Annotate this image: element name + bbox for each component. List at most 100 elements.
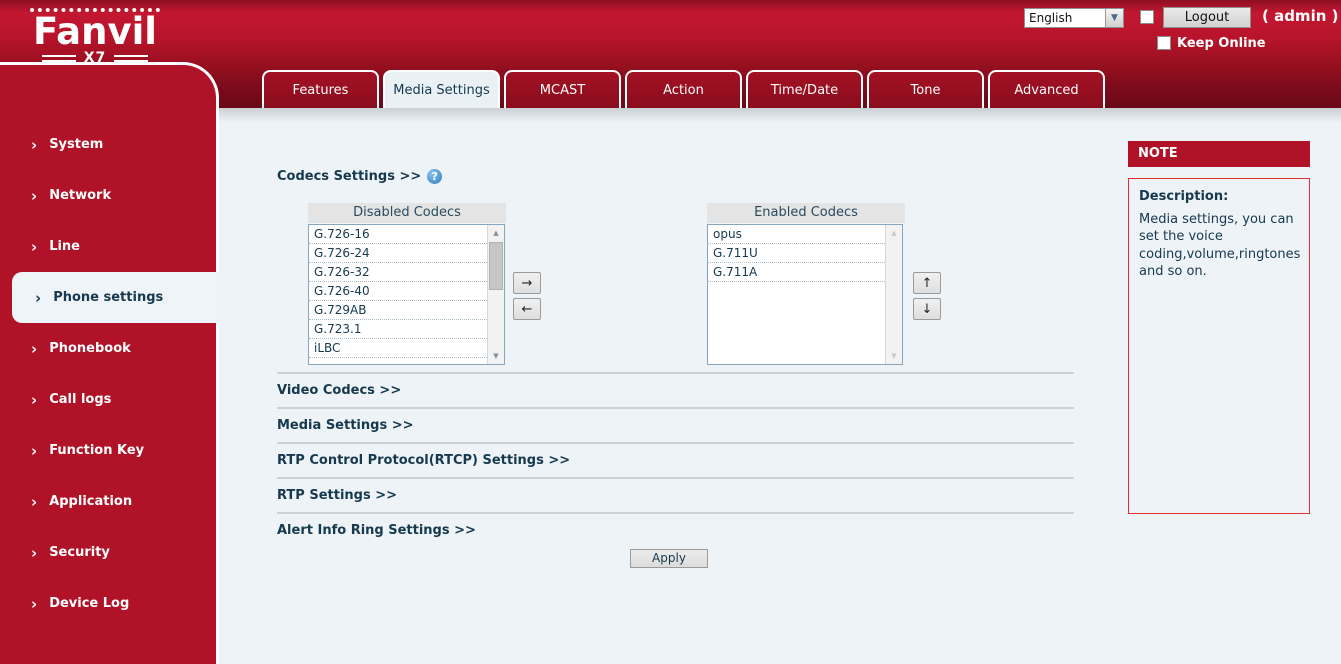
sidebar-item-application[interactable]: Application <box>0 476 216 527</box>
logo-brand: Fanvil <box>30 8 160 52</box>
codec-option-g-726-24[interactable]: G.726-24 <box>309 244 487 263</box>
sidebar-item-device-log[interactable]: Device Log <box>0 578 216 629</box>
disabled-codecs-header: Disabled Codecs <box>308 203 506 223</box>
tab-mcast[interactable]: MCAST <box>504 70 621 108</box>
sidebar-item-label: Line <box>49 239 80 254</box>
enabled-list-scrollbar[interactable] <box>885 225 902 364</box>
sidebar-item-label: Network <box>49 188 112 203</box>
sidebar-item-system[interactable]: System <box>0 119 216 170</box>
disabled-list-scrollbar[interactable] <box>487 225 504 364</box>
scroll-up-icon[interactable] <box>488 225 504 241</box>
chevron-right-icon <box>31 340 37 358</box>
enabled-codecs-header: Enabled Codecs <box>707 203 905 223</box>
header-checkbox[interactable] <box>1140 10 1154 24</box>
move-up-button[interactable]: ↑ <box>913 272 941 294</box>
sidebar-item-label: Application <box>49 494 133 509</box>
section-title: Video Codecs >> <box>277 383 402 398</box>
note-header: NOTE <box>1128 141 1310 167</box>
main-content: Codecs Settings >> ? Disabled Codecs G.7… <box>219 108 1341 664</box>
tab-label: Features <box>292 82 349 98</box>
chevron-right-icon <box>31 595 37 613</box>
sidebar-item-label: Phonebook <box>49 341 131 356</box>
tab-label: Advanced <box>1014 82 1079 98</box>
fanvil-logo: Fanvil X7 <box>30 8 160 66</box>
chevron-down-icon[interactable]: ▼ <box>1105 9 1123 27</box>
codec-option-g-729ab[interactable]: G.729AB <box>309 301 487 320</box>
sidebar-item-network[interactable]: Network <box>0 170 216 221</box>
section-title: RTP Control Protocol(RTCP) Settings >> <box>277 453 571 468</box>
sidebar-item-function-key[interactable]: Function Key <box>0 425 216 476</box>
tab-label: Media Settings <box>393 82 490 98</box>
apply-button[interactable]: Apply <box>630 549 708 568</box>
language-select[interactable]: English ▼ <box>1024 8 1124 28</box>
section-alert-info-ring-settings[interactable]: Alert Info Ring Settings >> <box>277 512 1074 547</box>
codec-option-g-726-32[interactable]: G.726-32 <box>309 263 487 282</box>
codec-option-ilbc[interactable]: iLBC <box>309 339 487 358</box>
section-title: Media Settings >> <box>277 418 414 433</box>
keep-online-checkbox[interactable] <box>1157 36 1171 50</box>
scroll-down-icon[interactable] <box>886 348 902 364</box>
sidebar-item-label: Phone settings <box>53 290 164 305</box>
section-media-settings[interactable]: Media Settings >> <box>277 407 1074 442</box>
tab-bar: Features Media Settings MCAST Action Tim… <box>262 70 1105 108</box>
move-right-button[interactable]: → <box>513 272 541 294</box>
chevron-right-icon <box>31 187 37 205</box>
logout-button[interactable]: Logout <box>1163 7 1251 28</box>
tab-time-date[interactable]: Time/Date <box>746 70 863 108</box>
tab-tone[interactable]: Tone <box>867 70 984 108</box>
scroll-down-icon[interactable] <box>488 348 504 364</box>
tab-action[interactable]: Action <box>625 70 742 108</box>
chevron-right-icon <box>35 289 41 307</box>
sidebar-item-label: Security <box>49 545 110 560</box>
tab-label: Time/Date <box>770 82 839 98</box>
chevron-right-icon <box>31 544 37 562</box>
tab-features[interactable]: Features <box>262 70 379 108</box>
sidebar-item-label: Device Log <box>49 596 130 611</box>
codec-option-g-711a[interactable]: G.711A <box>708 263 885 282</box>
admin-badge: ( admin ) <box>1262 7 1339 25</box>
keep-online-label: Keep Online <box>1177 36 1266 51</box>
sidebar-item-security[interactable]: Security <box>0 527 216 578</box>
language-select-value: English <box>1029 11 1073 25</box>
move-down-button[interactable]: ↓ <box>913 298 941 320</box>
sidebar-item-call-logs[interactable]: Call logs <box>0 374 216 425</box>
sidebar-item-label: System <box>49 137 104 152</box>
sidebar: System Network Line Phone settings Phone… <box>0 62 219 664</box>
tab-label: MCAST <box>539 82 586 98</box>
codec-option-g-726-40[interactable]: G.726-40 <box>309 282 487 301</box>
content-top-shadow <box>219 108 1341 122</box>
disabled-codecs-list[interactable]: G.726-16 G.726-24 G.726-32 G.726-40 G.72… <box>308 224 505 365</box>
collapsed-sections: Video Codecs >> Media Settings >> RTP Co… <box>277 372 1074 547</box>
help-icon[interactable]: ? <box>427 169 443 184</box>
tab-label: Action <box>663 82 704 98</box>
section-rtp-settings[interactable]: RTP Settings >> <box>277 477 1074 512</box>
section-rtp-control-protocol-rtcp-settings[interactable]: RTP Control Protocol(RTCP) Settings >> <box>277 442 1074 477</box>
sidebar-item-phonebook[interactable]: Phonebook <box>0 323 216 374</box>
logo-line-right <box>114 54 149 62</box>
sidebar-item-label: Function Key <box>49 443 145 458</box>
section-title: RTP Settings >> <box>277 488 398 503</box>
enabled-codecs-list[interactable]: opus G.711U G.711A <box>707 224 903 365</box>
tab-media-settings[interactable]: Media Settings <box>383 70 500 108</box>
section-video-codecs[interactable]: Video Codecs >> <box>277 372 1074 407</box>
sidebar-item-label: Call logs <box>49 392 112 407</box>
tab-advanced[interactable]: Advanced <box>988 70 1105 108</box>
chevron-right-icon <box>31 493 37 511</box>
chevron-right-icon <box>31 238 37 256</box>
codec-option-g-711u[interactable]: G.711U <box>708 244 885 263</box>
chevron-right-icon <box>31 442 37 460</box>
codecs-settings-section-toggle[interactable]: Codecs Settings >> ? <box>277 169 443 184</box>
note-description-label: Description: <box>1139 189 1229 204</box>
codec-option-g-723-1[interactable]: G.723.1 <box>309 320 487 339</box>
logo-line-left <box>41 54 76 62</box>
sidebar-item-phone-settings[interactable]: Phone settings <box>12 272 219 323</box>
chevron-right-icon <box>31 391 37 409</box>
move-left-button[interactable]: ← <box>513 298 541 320</box>
scrollbar-thumb[interactable] <box>489 242 503 290</box>
scroll-up-icon[interactable] <box>886 225 902 241</box>
chevron-right-icon <box>31 136 37 154</box>
codec-option-g-726-16[interactable]: G.726-16 <box>309 225 487 244</box>
tab-label: Tone <box>910 82 941 98</box>
codec-option-opus[interactable]: opus <box>708 225 885 244</box>
sidebar-item-line[interactable]: Line <box>0 221 216 272</box>
